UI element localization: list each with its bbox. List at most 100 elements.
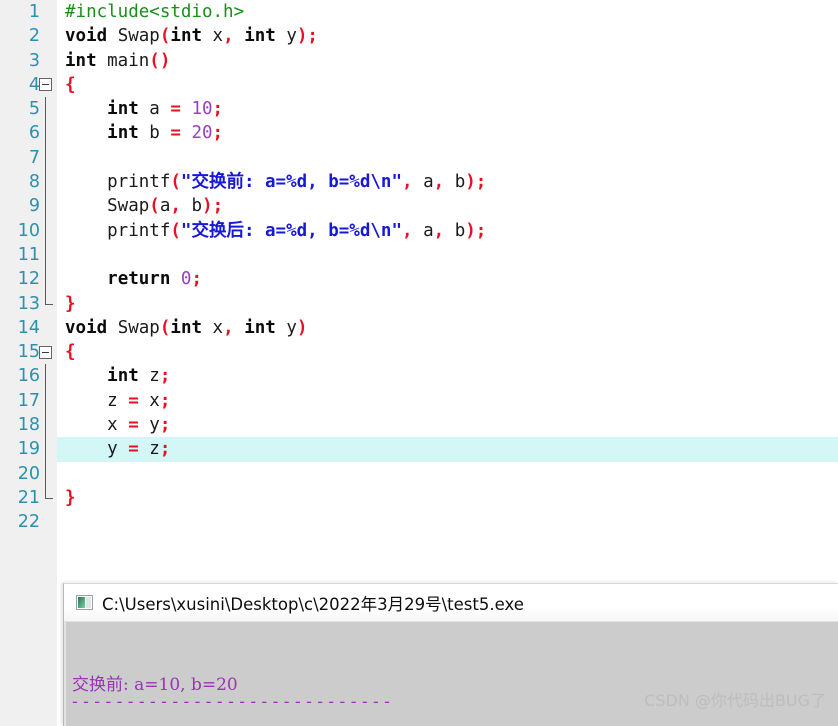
code-line[interactable]: 2 void Swap(int x, int y); xyxy=(0,24,838,48)
console-window[interactable]: C:\Users\xusini\Desktop\c\2022年3月29号\tes… xyxy=(63,583,838,726)
code-line[interactable]: 10 printf("交换后: a=%d, b=%d\n", a, b); xyxy=(0,218,838,243)
code-token: ; xyxy=(475,220,487,241)
code-token: b xyxy=(180,196,203,217)
code-line[interactable]: 18 x = y; xyxy=(0,413,838,438)
line-number: 20 xyxy=(17,463,40,484)
code-token: } xyxy=(65,487,76,508)
code-token: "交换后: a=%d, b=%d\n" xyxy=(180,220,402,241)
code-token: ) xyxy=(296,317,308,338)
line-number: 19 xyxy=(17,439,40,460)
code-line[interactable]: 22 xyxy=(0,510,838,534)
code-token: a xyxy=(159,196,171,217)
code-line[interactable]: 14 void Swap(int x, int y) xyxy=(0,316,838,340)
console-titlebar[interactable]: C:\Users\xusini\Desktop\c\2022年3月29号\tes… xyxy=(64,584,838,622)
fold-guide-line xyxy=(45,364,46,389)
fold-guide-end xyxy=(45,291,53,305)
code-token: x xyxy=(202,26,224,47)
code-line[interactable]: 4{ xyxy=(0,73,838,97)
code-token: ; xyxy=(212,123,224,144)
console-output: 交换前: a=10, b=20 交换后: a=10, b=20 - - - - … xyxy=(64,622,838,726)
code-token: int xyxy=(107,123,139,144)
code-token: x xyxy=(202,317,224,338)
code-token: 10 xyxy=(191,99,213,120)
fold-guide-end xyxy=(45,485,53,499)
code-line-text: void Swap(int x, int y); xyxy=(57,24,838,48)
code-line[interactable]: 1 #include<stdio.h> xyxy=(0,0,838,24)
fold-guide-line xyxy=(45,267,46,292)
code-line-text: { xyxy=(57,340,838,364)
code-line[interactable]: 21} xyxy=(0,485,838,510)
code-token: 0 xyxy=(180,269,192,290)
line-number: 13 xyxy=(17,293,40,314)
code-token: 20 xyxy=(191,123,213,144)
code-line[interactable]: 6 int b = 20; xyxy=(0,121,838,146)
code-token: #include<stdio.h> xyxy=(65,2,245,22)
code-line-text: int z; xyxy=(57,364,838,388)
line-number: 7 xyxy=(28,147,40,168)
code-line-text: x = y; xyxy=(57,413,838,437)
code-token: () xyxy=(149,50,171,71)
code-line[interactable]: 12 return 0; xyxy=(0,267,838,292)
code-token: ; xyxy=(191,269,203,290)
code-line[interactable]: 13} xyxy=(0,291,838,316)
code-token: z xyxy=(138,366,160,387)
code-token: , xyxy=(433,220,445,241)
code-token: ) xyxy=(296,26,308,47)
code-token: ) xyxy=(465,220,476,241)
line-number: 6 xyxy=(28,123,40,144)
code-line-text: { xyxy=(57,73,838,97)
code-line-text xyxy=(57,510,838,534)
code-line[interactable]: 15 { xyxy=(0,340,838,364)
code-line[interactable]: 20 xyxy=(0,461,838,486)
fold-guide-line xyxy=(45,170,46,195)
fold-guide-line xyxy=(45,97,46,122)
fold-guide-line xyxy=(45,242,46,268)
code-line-text: return 0; xyxy=(57,267,838,291)
code-token: x xyxy=(138,390,160,411)
code-token: b xyxy=(138,123,171,144)
code-line[interactable]: 17 z = x; xyxy=(0,388,838,414)
code-token: ; xyxy=(307,26,318,47)
fold-guide-line xyxy=(45,145,46,171)
code-token: y xyxy=(65,439,129,460)
code-line[interactable]: 7 xyxy=(0,145,838,171)
code-line[interactable]: 5 int a = 10; xyxy=(0,97,838,122)
code-token: y xyxy=(275,26,297,47)
code-line-text: int a = 10; xyxy=(57,97,838,121)
code-line[interactable]: 3 int main() xyxy=(0,49,838,73)
code-token: { xyxy=(65,342,76,363)
code-token: , xyxy=(401,220,413,241)
line-number: 9 xyxy=(28,196,40,217)
code-token: ) xyxy=(465,172,476,193)
code-line[interactable]: 8 printf("交换前: a=%d, b=%d\n", a, b); xyxy=(0,170,838,195)
code-token: return xyxy=(107,269,171,290)
code-token: printf xyxy=(65,172,171,193)
code-token: int xyxy=(244,26,276,47)
code-token: x xyxy=(65,415,129,436)
code-line-text: } xyxy=(57,486,838,510)
code-line[interactable]: 9 Swap(a, b); xyxy=(0,194,838,219)
code-token: = xyxy=(128,415,139,436)
fold-collapse-icon[interactable] xyxy=(39,78,52,92)
code-token: y xyxy=(275,317,297,338)
code-token: ; xyxy=(159,390,171,411)
code-line-text xyxy=(57,146,838,170)
code-token: { xyxy=(65,74,76,95)
code-line[interactable]: 19 y = z; xyxy=(0,437,838,462)
code-token: ; xyxy=(159,415,171,436)
code-token: ( xyxy=(170,220,181,241)
line-number: 16 xyxy=(17,366,40,387)
code-token: ; xyxy=(212,99,224,120)
code-token: ( xyxy=(159,317,171,338)
line-number: 15 xyxy=(17,342,40,363)
code-line-text: Swap(a, b); xyxy=(57,194,838,218)
code-line-text: z = x; xyxy=(57,389,838,413)
fold-collapse-icon[interactable] xyxy=(39,345,52,359)
code-line[interactable]: 16 int z; xyxy=(0,364,838,389)
code-line[interactable]: 11 xyxy=(0,242,838,268)
